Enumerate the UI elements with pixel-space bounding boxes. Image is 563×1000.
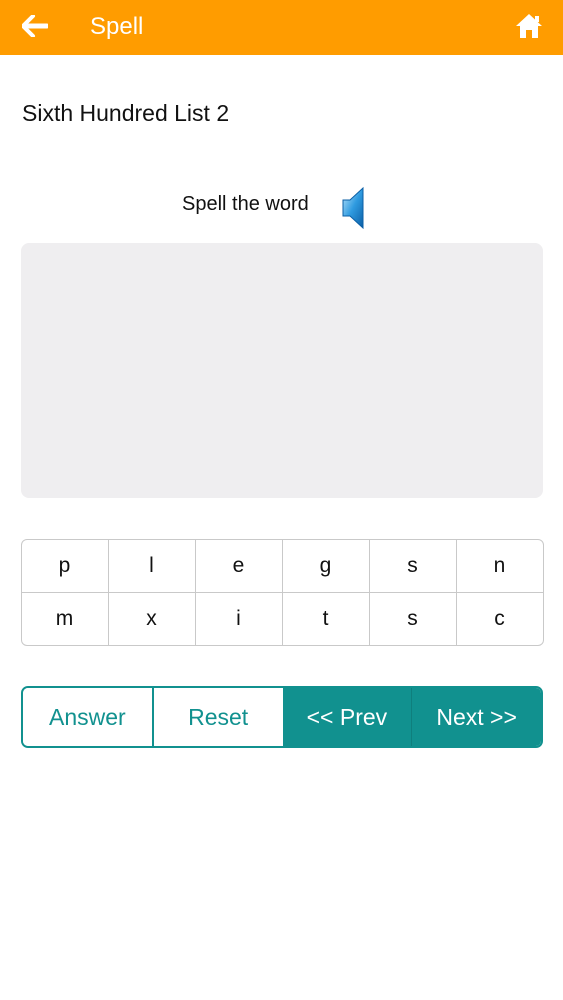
top-bar: Spell (0, 0, 563, 55)
letter-tile[interactable]: l (107, 538, 196, 593)
answer-area[interactable] (21, 243, 543, 498)
letter-tile[interactable]: e (194, 538, 283, 593)
speaker-icon (342, 186, 364, 230)
answer-button[interactable]: Answer (23, 688, 152, 746)
next-button[interactable]: Next >> (411, 688, 541, 746)
prompt-row: Spell the word (0, 183, 563, 233)
letter-tile[interactable]: c (455, 591, 544, 646)
list-title: Sixth Hundred List 2 (22, 100, 230, 126)
letter-tile[interactable]: s (368, 538, 457, 593)
back-button[interactable] (20, 12, 50, 40)
letter-tile[interactable]: p (20, 538, 109, 593)
letter-tile[interactable]: g (281, 538, 370, 593)
prompt-text: Spell the word (182, 193, 309, 215)
prev-button[interactable]: << Prev (282, 688, 412, 746)
play-word-button[interactable] (339, 185, 369, 231)
letter-tile[interactable]: t (281, 591, 370, 646)
home-button[interactable] (514, 11, 544, 41)
page-title: Spell (90, 13, 144, 40)
letter-tile[interactable]: m (20, 591, 109, 646)
letter-tile[interactable]: i (194, 591, 283, 646)
home-icon (516, 14, 542, 38)
letter-tile[interactable]: s (368, 591, 457, 646)
letter-grid: p l e g s n m x i t s c (20, 538, 544, 646)
reset-button[interactable]: Reset (151, 688, 283, 746)
letter-tile[interactable]: x (107, 591, 196, 646)
controls-bar: Answer Reset << Prev Next >> (21, 686, 543, 748)
arrow-left-icon (22, 15, 48, 37)
letter-tile[interactable]: n (455, 538, 544, 593)
